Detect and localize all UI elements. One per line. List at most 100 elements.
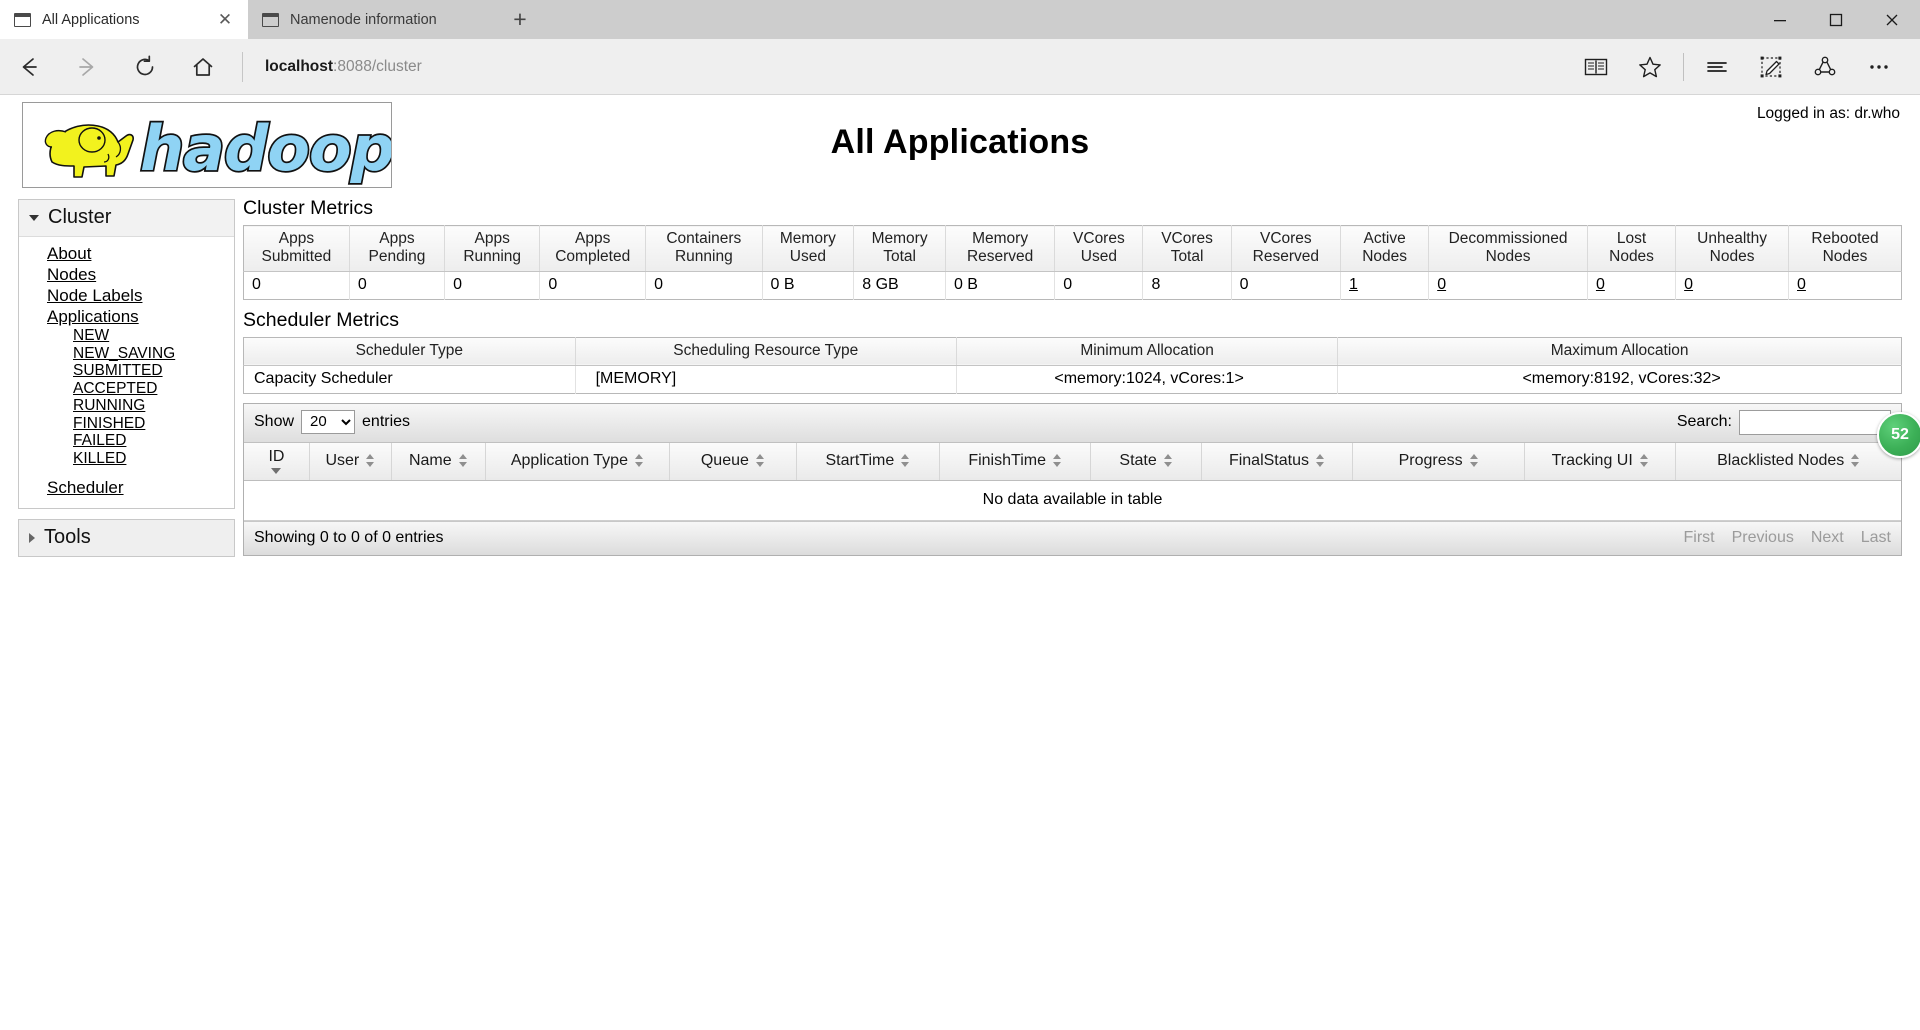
sidebar-link-finished[interactable]: FINISHED: [19, 415, 145, 433]
pagination-previous[interactable]: Previous: [1732, 529, 1794, 547]
val-lost-nodes: 0: [1587, 271, 1675, 299]
col-scheduler-type: Scheduler Type: [244, 337, 576, 365]
address-bar[interactable]: localhost:8088/cluster: [247, 39, 1569, 95]
list-item: NEW: [19, 327, 234, 345]
hub-icon[interactable]: [1690, 39, 1744, 95]
th-name[interactable]: Name: [391, 443, 485, 481]
val-maximum-allocation: <memory:8192, vCores:32>: [1338, 365, 1902, 393]
sort-icon: [756, 454, 765, 467]
decommissioned-nodes-link[interactable]: 0: [1437, 276, 1446, 293]
th-finalstatus[interactable]: FinalStatus: [1201, 443, 1352, 481]
forward-button[interactable]: [58, 39, 116, 95]
share-icon[interactable]: [1798, 39, 1852, 95]
sidebar-link-nodes[interactable]: Nodes: [19, 264, 96, 285]
col-memory-used: MemoryUsed: [762, 226, 854, 272]
main-content: Cluster Metrics AppsSubmitted AppsPendin…: [235, 191, 1920, 556]
col-memory-total: MemoryTotal: [854, 226, 946, 272]
sidebar-item-scheduler: Scheduler: [19, 477, 234, 498]
browser-window: All Applications ✕ Namenode information …: [0, 0, 1920, 1030]
applications-table: ID User Name Application Type Queue Star…: [244, 443, 1901, 521]
active-nodes-link[interactable]: 1: [1349, 276, 1358, 293]
table-row-empty: No data available in table: [244, 480, 1901, 520]
sidebar-link-new-saving[interactable]: NEW_SAVING: [19, 345, 175, 363]
sidebar-link-accepted[interactable]: ACCEPTED: [19, 380, 157, 398]
col-decommissioned-nodes: DecommissionedNodes: [1429, 226, 1588, 272]
toolbar-separator: [1683, 53, 1684, 81]
tab-namenode-information[interactable]: Namenode information: [248, 0, 498, 39]
status-badge[interactable]: 52: [1877, 412, 1920, 458]
th-blacklisted-nodes[interactable]: Blacklisted Nodes: [1676, 443, 1901, 481]
th-application-type[interactable]: Application Type: [485, 443, 669, 481]
th-id-label: ID: [250, 448, 303, 466]
close-icon[interactable]: ✕: [212, 7, 238, 33]
new-tab-button[interactable]: +: [498, 0, 542, 39]
page-body: Cluster About Nodes Node Labels Applicat…: [0, 191, 1920, 567]
page-size-select[interactable]: 20406080100: [301, 410, 355, 434]
val-apps-running: 0: [445, 271, 540, 299]
col-lost-nodes: LostNodes: [1587, 226, 1675, 272]
close-button[interactable]: [1864, 0, 1920, 39]
home-button[interactable]: [174, 39, 232, 95]
reading-view-icon[interactable]: [1569, 39, 1623, 95]
val-scheduler-type: Capacity Scheduler: [244, 365, 576, 393]
sidebar-link-failed[interactable]: FAILED: [19, 432, 126, 450]
cluster-nav-label: Cluster: [48, 206, 111, 229]
val-apps-completed: 0: [540, 271, 646, 299]
sidebar: Cluster About Nodes Node Labels Applicat…: [0, 191, 235, 567]
tab-all-applications[interactable]: All Applications ✕: [0, 0, 248, 39]
th-state[interactable]: State: [1091, 443, 1201, 481]
unhealthy-nodes-link[interactable]: 0: [1684, 276, 1693, 293]
cluster-nav-header[interactable]: Cluster: [19, 200, 234, 237]
col-minimum-allocation: Minimum Allocation: [956, 337, 1337, 365]
val-vcores-reserved: 0: [1231, 271, 1340, 299]
browser-toolbar: [1569, 39, 1920, 95]
maximize-button[interactable]: [1808, 0, 1864, 39]
th-user[interactable]: User: [309, 443, 391, 481]
web-note-icon[interactable]: [1744, 39, 1798, 95]
more-icon[interactable]: [1852, 39, 1906, 95]
refresh-button[interactable]: [116, 39, 174, 95]
show-label: Show: [254, 413, 294, 431]
pagination-last[interactable]: Last: [1861, 529, 1891, 547]
sidebar-link-submitted[interactable]: SUBMITTED: [19, 362, 163, 380]
tools-nav-header[interactable]: Tools: [19, 520, 234, 556]
sort-icon: [1470, 454, 1479, 467]
sidebar-link-running[interactable]: RUNNING: [19, 397, 145, 415]
th-queue-label: Queue: [701, 452, 749, 470]
sidebar-link-killed[interactable]: KILLED: [19, 450, 126, 468]
col-scheduling-resource-type: Scheduling Resource Type: [575, 337, 956, 365]
rebooted-nodes-link[interactable]: 0: [1797, 276, 1806, 293]
th-starttime[interactable]: StartTime: [796, 443, 939, 481]
minimize-button[interactable]: [1752, 0, 1808, 39]
col-maximum-allocation: Maximum Allocation: [1338, 337, 1902, 365]
th-tracking-ui[interactable]: Tracking UI: [1525, 443, 1676, 481]
pagination-next[interactable]: Next: [1811, 529, 1844, 547]
page-icon: [14, 13, 31, 27]
sidebar-link-scheduler[interactable]: Scheduler: [19, 477, 124, 498]
sort-icon: [366, 454, 375, 467]
th-queue[interactable]: Queue: [669, 443, 796, 481]
chevron-right-icon: [29, 533, 35, 543]
sidebar-link-new[interactable]: NEW: [19, 327, 109, 345]
col-rebooted-nodes: RebootedNodes: [1789, 226, 1902, 272]
sidebar-link-node-labels[interactable]: Node Labels: [19, 285, 142, 306]
pagination-first[interactable]: First: [1683, 529, 1714, 547]
cluster-nav-block: Cluster About Nodes Node Labels Applicat…: [18, 199, 235, 509]
back-button[interactable]: [0, 39, 58, 95]
sidebar-link-applications[interactable]: Applications: [19, 306, 139, 327]
favorites-star-icon[interactable]: [1623, 39, 1677, 95]
th-finishtime-label: FinishTime: [968, 452, 1046, 470]
th-id[interactable]: ID: [244, 443, 309, 481]
th-finishtime[interactable]: FinishTime: [939, 443, 1090, 481]
sidebar-link-about[interactable]: About: [19, 243, 91, 264]
th-progress-label: Progress: [1399, 452, 1463, 470]
search-input[interactable]: [1739, 410, 1891, 435]
sidebar-item-nodes: Nodes: [19, 264, 234, 285]
col-vcores-reserved: VCoresReserved: [1231, 226, 1340, 272]
col-apps-running: AppsRunning: [445, 226, 540, 272]
th-progress[interactable]: Progress: [1353, 443, 1525, 481]
th-tracking-ui-label: Tracking UI: [1552, 452, 1633, 470]
tools-nav-label: Tools: [44, 526, 91, 549]
col-containers-running: ContainersRunning: [646, 226, 762, 272]
lost-nodes-link[interactable]: 0: [1596, 276, 1605, 293]
